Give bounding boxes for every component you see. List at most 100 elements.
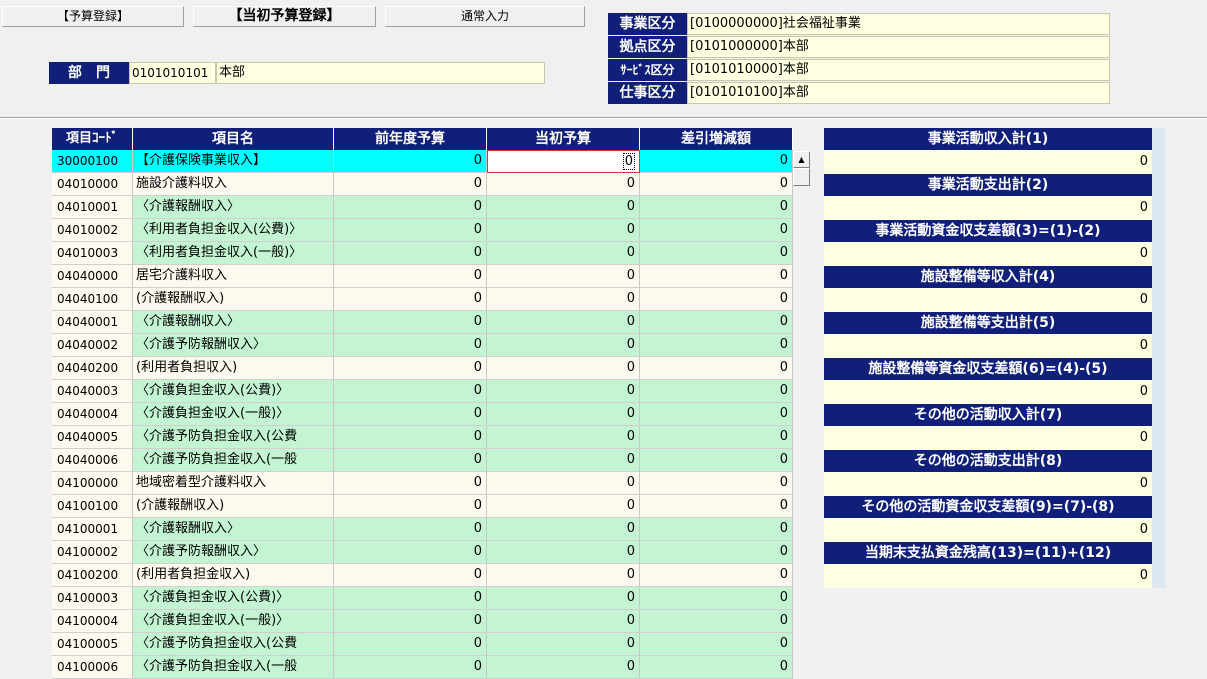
difference-cell: 0 bbox=[640, 173, 793, 196]
tab-initial-budget-registration[interactable]: 【当初予算登録】 bbox=[193, 6, 376, 27]
initial-budget-input[interactable]: 0 bbox=[487, 564, 640, 587]
initial-budget-input[interactable]: 0 bbox=[487, 449, 640, 472]
initial-budget-input[interactable]: 0 bbox=[487, 495, 640, 518]
table-row[interactable]: 04100100 (介護報酬収入) 0 0 0 bbox=[52, 495, 793, 518]
item-name-cell: (利用者負担収入) bbox=[133, 357, 334, 380]
business-category-label: 事業区分 bbox=[608, 13, 687, 35]
business-category-field[interactable]: [0100000000]社会福祉事業 bbox=[687, 13, 1110, 35]
service-category-field[interactable]: [0101010000]本部 bbox=[687, 59, 1110, 81]
item-name-cell: (介護報酬収入) bbox=[133, 495, 334, 518]
item-code-cell: 04010002 bbox=[52, 219, 133, 242]
item-code-cell: 04040005 bbox=[52, 426, 133, 449]
table-row[interactable]: 04040005 〈介護予防負担金収入(公費 0 0 0 bbox=[52, 426, 793, 449]
difference-cell: 0 bbox=[640, 472, 793, 495]
item-name-cell: 〈介護負担金収入(公費)〉 bbox=[133, 587, 334, 610]
prev-year-budget-cell: 0 bbox=[334, 587, 487, 610]
initial-budget-input[interactable]: 0 bbox=[487, 610, 640, 633]
table-row[interactable]: 04040006 〈介護予防負担金収入(一般 0 0 0 bbox=[52, 449, 793, 472]
initial-budget-input[interactable]: 0 bbox=[487, 265, 640, 288]
table-row[interactable]: 04100000 地域密着型介護料収入 0 0 0 bbox=[52, 472, 793, 495]
item-code-cell: 04100001 bbox=[52, 518, 133, 541]
initial-budget-input[interactable]: 0 bbox=[487, 587, 640, 610]
prev-year-budget-cell: 0 bbox=[334, 150, 487, 173]
initial-budget-input[interactable]: 0 bbox=[487, 196, 640, 219]
item-code-cell: 04100006 bbox=[52, 656, 133, 679]
difference-cell: 0 bbox=[640, 541, 793, 564]
item-name-cell: 施設介護料収入 bbox=[133, 173, 334, 196]
initial-budget-input[interactable]: 0 bbox=[487, 311, 640, 334]
initial-budget-input[interactable]: 0 bbox=[487, 518, 640, 541]
tab-normal-input[interactable]: 通常入力 bbox=[385, 6, 585, 27]
summary-value: 0 bbox=[824, 518, 1152, 542]
initial-budget-input[interactable]: 0 bbox=[487, 541, 640, 564]
difference-cell: 0 bbox=[640, 150, 793, 173]
table-row[interactable]: 04100002 〈介護予防報酬収入〉 0 0 0 bbox=[52, 541, 793, 564]
table-row[interactable]: 04100200 (利用者負担金収入) 0 0 0 bbox=[52, 564, 793, 587]
header-item-code: 項目ｺｰﾄﾞ bbox=[52, 128, 133, 150]
item-code-cell: 04040200 bbox=[52, 357, 133, 380]
initial-budget-input[interactable]: 0 bbox=[487, 242, 640, 265]
initial-budget-input[interactable]: 0 bbox=[487, 288, 640, 311]
table-row[interactable]: 04010002 〈利用者負担金収入(公費)〉 0 0 0 bbox=[52, 219, 793, 242]
item-code-cell: 04100003 bbox=[52, 587, 133, 610]
table-row[interactable]: 04010000 施設介護料収入 0 0 0 bbox=[52, 173, 793, 196]
table-row[interactable]: 04040001 〈介護報酬収入〉 0 0 0 bbox=[52, 311, 793, 334]
item-code-cell: 04100002 bbox=[52, 541, 133, 564]
table-row[interactable]: 04100006 〈介護予防負担金収入(一般 0 0 0 bbox=[52, 656, 793, 679]
grid-scrollbar[interactable]: ▲ bbox=[793, 151, 810, 675]
prev-year-budget-cell: 0 bbox=[334, 449, 487, 472]
base-category-field[interactable]: [0101000000]本部 bbox=[687, 36, 1110, 58]
table-row[interactable]: 04040200 (利用者負担収入) 0 0 0 bbox=[52, 357, 793, 380]
initial-budget-input[interactable]: 0 bbox=[487, 403, 640, 426]
tab-budget-registration[interactable]: 【予算登録】 bbox=[2, 6, 184, 27]
scroll-up-icon[interactable]: ▲ bbox=[793, 151, 810, 168]
prev-year-budget-cell: 0 bbox=[334, 242, 487, 265]
difference-cell: 0 bbox=[640, 311, 793, 334]
summary-title: その他の活動収入計(7) bbox=[824, 404, 1152, 426]
item-code-cell: 04040001 bbox=[52, 311, 133, 334]
initial-budget-input[interactable]: 0 bbox=[487, 219, 640, 242]
work-category-field[interactable]: [0101010100]本部 bbox=[687, 82, 1110, 104]
summary-value: 0 bbox=[824, 426, 1152, 450]
initial-budget-input[interactable]: 0 bbox=[487, 357, 640, 380]
table-row[interactable]: 04040000 居宅介護料収入 0 0 0 bbox=[52, 265, 793, 288]
table-row[interactable]: 30000100 【介護保険事業収入】 0 0 0 bbox=[52, 150, 793, 173]
table-row[interactable]: 04010003 〈利用者負担金収入(一般)〉 0 0 0 bbox=[52, 242, 793, 265]
item-code-cell: 04010001 bbox=[52, 196, 133, 219]
initial-budget-input[interactable]: 0 bbox=[487, 633, 640, 656]
table-row[interactable]: 04040004 〈介護負担金収入(一般)〉 0 0 0 bbox=[52, 403, 793, 426]
item-name-cell: (介護報酬収入) bbox=[133, 288, 334, 311]
department-name-field[interactable]: 本部 bbox=[216, 62, 545, 84]
table-row[interactable]: 04100005 〈介護予防負担金収入(公費 0 0 0 bbox=[52, 633, 793, 656]
table-row[interactable]: 04100004 〈介護負担金収入(一般)〉 0 0 0 bbox=[52, 610, 793, 633]
table-row[interactable]: 04040002 〈介護予防報酬収入〉 0 0 0 bbox=[52, 334, 793, 357]
table-row[interactable]: 04100001 〈介護報酬収入〉 0 0 0 bbox=[52, 518, 793, 541]
item-code-cell: 04040002 bbox=[52, 334, 133, 357]
table-row[interactable]: 04040003 〈介護負担金収入(公費)〉 0 0 0 bbox=[52, 380, 793, 403]
initial-budget-input[interactable]: 0 bbox=[487, 150, 640, 173]
summary-value: 0 bbox=[824, 334, 1152, 358]
difference-cell: 0 bbox=[640, 633, 793, 656]
department-code-field[interactable]: 0101010101 bbox=[129, 62, 216, 84]
scroll-thumb[interactable] bbox=[793, 168, 810, 186]
initial-budget-input[interactable]: 0 bbox=[487, 173, 640, 196]
prev-year-budget-cell: 0 bbox=[334, 541, 487, 564]
summary-title: 施設整備等資金収支差額(6)=(4)-(5) bbox=[824, 358, 1152, 380]
summary-title: その他の活動支出計(8) bbox=[824, 450, 1152, 472]
item-code-cell: 04040100 bbox=[52, 288, 133, 311]
initial-budget-input[interactable]: 0 bbox=[487, 426, 640, 449]
table-row[interactable]: 04100003 〈介護負担金収入(公費)〉 0 0 0 bbox=[52, 587, 793, 610]
initial-budget-input[interactable]: 0 bbox=[487, 380, 640, 403]
prev-year-budget-cell: 0 bbox=[334, 219, 487, 242]
initial-budget-input[interactable]: 0 bbox=[487, 656, 640, 679]
item-name-cell: 〈利用者負担金収入(一般)〉 bbox=[133, 242, 334, 265]
difference-cell: 0 bbox=[640, 288, 793, 311]
initial-budget-input[interactable]: 0 bbox=[487, 472, 640, 495]
table-row[interactable]: 04040100 (介護報酬収入) 0 0 0 bbox=[52, 288, 793, 311]
prev-year-budget-cell: 0 bbox=[334, 633, 487, 656]
item-name-cell: 〈介護予防報酬収入〉 bbox=[133, 541, 334, 564]
prev-year-budget-cell: 0 bbox=[334, 173, 487, 196]
table-row[interactable]: 04010001 〈介護報酬収入〉 0 0 0 bbox=[52, 196, 793, 219]
initial-budget-input[interactable]: 0 bbox=[487, 334, 640, 357]
initial-budget-value: 0 bbox=[622, 153, 635, 170]
